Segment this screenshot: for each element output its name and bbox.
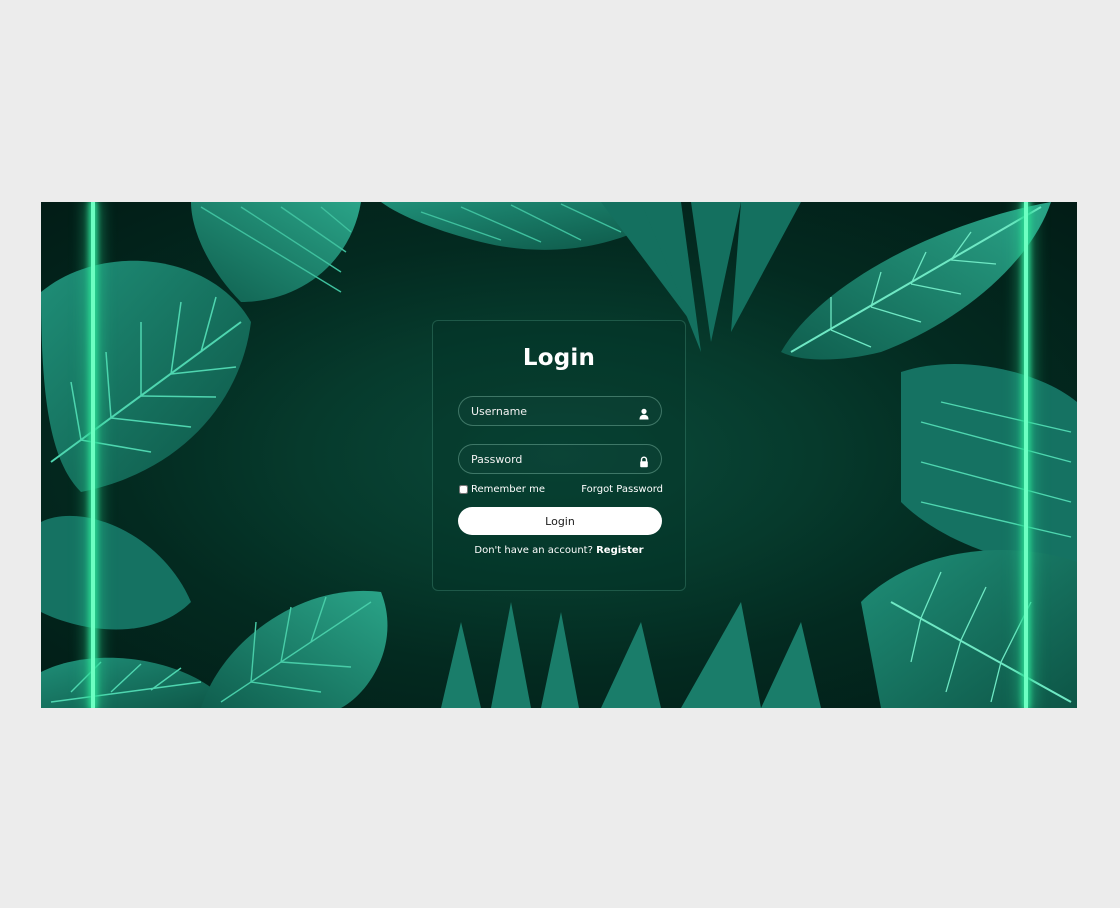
password-input[interactable] — [471, 445, 631, 473]
login-title: Login — [522, 345, 596, 371]
lock-icon — [638, 453, 650, 468]
login-form: Login Remember me — [432, 320, 686, 591]
remember-me-label: Remember me — [471, 484, 545, 495]
remember-me[interactable]: Remember me — [459, 484, 545, 495]
password-field[interactable] — [458, 444, 662, 474]
remember-me-checkbox[interactable] — [459, 485, 468, 494]
username-field[interactable] — [458, 396, 662, 426]
login-options: Remember me Forgot Password — [459, 484, 663, 498]
forgot-password-link[interactable]: Forgot Password — [581, 484, 663, 495]
register-link[interactable]: Register — [596, 545, 644, 556]
login-button[interactable]: Login — [458, 507, 662, 535]
no-account-text: Don't have an account? — [474, 545, 593, 556]
page: Login Remember me — [0, 0, 1120, 908]
register-prompt: Don't have an account? Register — [433, 545, 685, 556]
neon-light-left — [91, 202, 95, 708]
neon-light-right — [1024, 202, 1028, 708]
user-icon — [638, 405, 650, 420]
username-input[interactable] — [471, 397, 631, 425]
